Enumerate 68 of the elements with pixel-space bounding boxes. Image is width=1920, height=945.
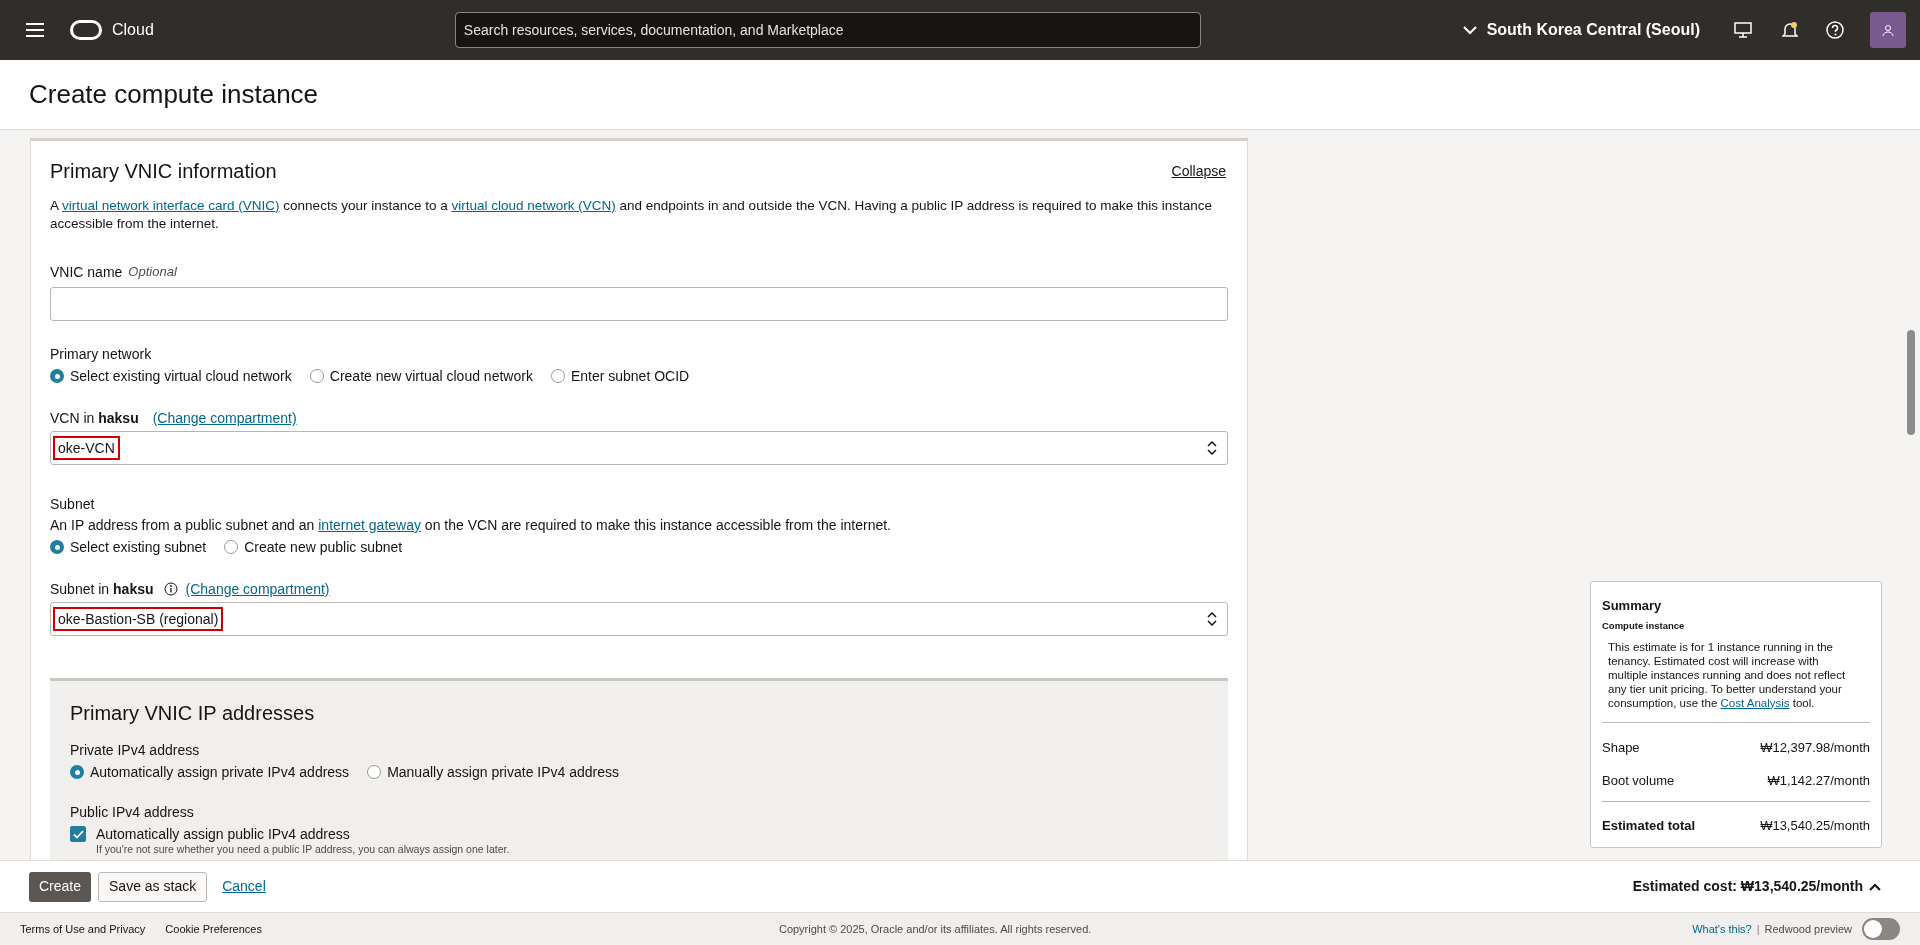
subnet-description: An IP address from a public subnet and an internet gateway on the VCN are required to make this instance accessible from the internet.	[50, 516, 892, 534]
section-title: Primary VNIC IP addresses	[70, 701, 316, 726]
menu-icon[interactable]	[26, 23, 44, 37]
total-value: ₩13,540.25/month	[1760, 816, 1870, 835]
field-label: VCN in haksu	[50, 409, 139, 427]
selected-value: oke-VCN	[53, 436, 120, 460]
dropdown-select[interactable]: oke-VCN	[50, 431, 1228, 465]
total-label: Estimated total	[1602, 816, 1696, 835]
cost-label: Boot volume	[1602, 772, 1675, 790]
copyright-text: Copyright © 2025, Oracle and/or its affiliates. All rights reserved.	[778, 921, 1092, 937]
dropdown-select[interactable]: oke-Bastion-SB (regional)	[50, 602, 1228, 636]
chevron-updown-icon	[1207, 612, 1217, 626]
field-label: Public IPv4 address	[70, 803, 195, 821]
inline-link[interactable]: virtual cloud network (VCN)	[451, 198, 616, 213]
search-field[interactable]: Search resources, services, documentation, and Marketplace	[454, 12, 1201, 48]
radio-option[interactable]: Enter subnet OCID	[550, 367, 690, 385]
field-label: Private IPv4 address	[70, 741, 201, 759]
info-icon[interactable]	[163, 582, 178, 596]
separator-text: |	[1756, 921, 1760, 937]
footer-link[interactable]: Cookie Preferences	[165, 920, 262, 938]
estimated-cost[interactable]: Estimated cost: ₩13,540.25/month	[1632, 876, 1863, 897]
checkmark-icon	[72, 829, 84, 839]
chevron-updown-icon	[1207, 441, 1217, 455]
selected-value: oke-Bastion-SB (regional)	[53, 607, 224, 631]
radio-option[interactable]: Select existing subnet	[50, 538, 207, 556]
checkbox-option[interactable]: Automatically assign public IPv4 address	[70, 825, 1208, 843]
save-as-stack-button[interactable]: Save as stack	[98, 871, 208, 902]
footer-link[interactable]: Terms of Use and Privacy	[20, 920, 146, 938]
summary-title: Summary	[1602, 596, 1663, 615]
radio-option[interactable]: Manually assign private IPv4 address	[367, 763, 620, 781]
monitor-icon[interactable]	[1734, 22, 1752, 38]
change-compartment-link[interactable]: (Change compartment)	[152, 409, 297, 427]
summary-subtitle: Compute instance	[1602, 619, 1686, 634]
field-label: Subnet in haksu	[50, 580, 154, 598]
radio-option[interactable]: Automatically assign private IPv4 address	[70, 763, 350, 781]
section-title: Primary VNIC information	[50, 159, 277, 184]
chevron-down-icon[interactable]	[1462, 25, 1477, 35]
inline-link[interactable]: internet gateway	[318, 517, 421, 533]
change-compartment-link[interactable]: (Change compartment)	[185, 580, 330, 598]
radio-option[interactable]: Select existing virtual cloud network	[50, 367, 292, 385]
create-button[interactable]: Create	[29, 871, 92, 902]
toggle-switch[interactable]	[1862, 918, 1900, 940]
brand-name: Cloud	[112, 20, 154, 40]
bell-icon[interactable]	[1782, 21, 1798, 39]
description-text: A virtual network interface card (VNIC) connects your instance to a virtual cloud network (VCN) and endpoints in and outside the VCN. Having a public IP address is required to make this instance accessible from the internet.	[50, 197, 1214, 233]
field-label: Subnet	[50, 495, 96, 513]
cost-value: ₩1,142.27/month	[1767, 772, 1870, 790]
summary-description: This estimate is for 1 instance running in the tenancy. Estimated cost will increase with multiple instances running and does not reflect any tier unit pricing. To better understand your consumption, use the Cost Analysis tool.	[1602, 639, 1870, 723]
radio-option[interactable]: Create new virtual cloud network	[309, 367, 533, 385]
toggle-label: Redwood preview	[1764, 921, 1852, 937]
inline-link[interactable]: virtual network interface card (VNIC)	[62, 198, 280, 213]
input-field[interactable]	[50, 287, 1228, 321]
page-title: Create compute instance	[29, 78, 319, 111]
cost-analysis-link[interactable]: Cost Analysis	[1720, 696, 1790, 709]
logo-icon	[70, 20, 102, 40]
region-selector[interactable]: South Korea Central (Seoul)	[1486, 18, 1700, 42]
whats-this-link[interactable]: What's this?	[1692, 920, 1752, 938]
field-label: Primary network	[50, 345, 153, 363]
cost-value: ₩12,397.98/month	[1760, 738, 1870, 757]
optional-label: Optional	[128, 263, 177, 281]
hint-text: If you're not sure whether you need a public IP address, you can always assign one later.	[96, 843, 511, 856]
cost-label: Shape	[1602, 738, 1640, 757]
cancel-link[interactable]: Cancel	[222, 876, 266, 897]
field-label: VNIC name	[50, 263, 123, 281]
collapse-link[interactable]: Collapse	[1171, 160, 1226, 182]
help-icon[interactable]	[1826, 21, 1844, 39]
chevron-up-icon[interactable]	[1869, 882, 1881, 891]
radio-option[interactable]: Create new public subnet	[224, 538, 403, 556]
